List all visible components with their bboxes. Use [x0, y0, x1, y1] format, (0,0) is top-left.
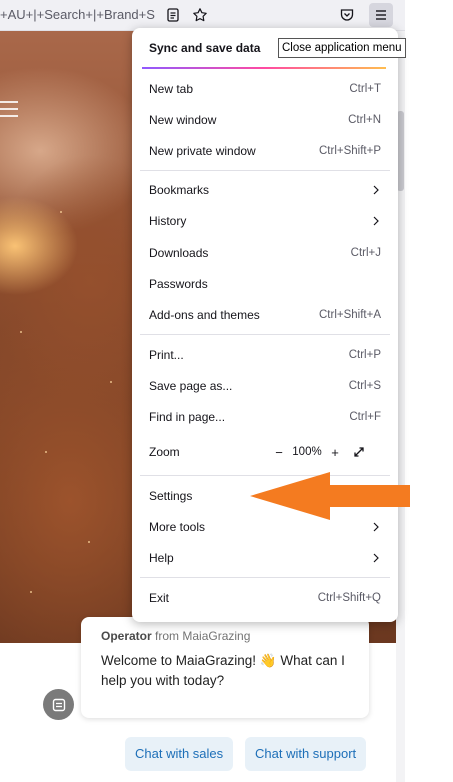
- chevron-right-icon: [373, 522, 379, 532]
- menu-item-label: New private window: [149, 144, 256, 158]
- zoom-out-button[interactable]: −: [271, 444, 287, 460]
- menu-item-exit[interactable]: Exit Ctrl+Shift+Q: [140, 584, 390, 612]
- shortcut-label: Ctrl+P: [348, 349, 381, 361]
- menu-item-label: Passwords: [149, 277, 208, 291]
- application-menu: Sync and save data New tab Ctrl+T New win…: [132, 28, 398, 622]
- menu-item-add-ons-and-themes[interactable]: Add-ons and themes Ctrl+Shift+A: [140, 301, 390, 329]
- menu-item-new-private-window[interactable]: New private window Ctrl+Shift+P: [140, 137, 390, 165]
- fullscreen-icon[interactable]: [351, 444, 367, 460]
- menu-separator: [140, 334, 390, 335]
- menu-item-label: Print...: [149, 348, 184, 362]
- menu-item-label: History: [149, 214, 187, 228]
- menu-item-label: New tab: [149, 82, 194, 96]
- menu-item-print[interactable]: Print... Ctrl+P: [140, 341, 390, 369]
- menu-item-help[interactable]: Help: [140, 544, 390, 572]
- menu-item-label: More tools: [149, 520, 206, 534]
- shortcut-label: Ctrl+S: [348, 380, 381, 392]
- menu-item-label: Zoom: [149, 445, 180, 459]
- chat-with-support-button[interactable]: Chat with support: [245, 737, 367, 771]
- sync-accent-line: [142, 67, 386, 69]
- menu-item-find-in-page[interactable]: Find in page... Ctrl+F: [140, 403, 390, 431]
- menu-item-downloads[interactable]: Downloads Ctrl+J: [140, 239, 390, 267]
- chat-sender: Operator from MaiaGrazing: [101, 629, 349, 643]
- operator-name: Operator: [101, 629, 152, 643]
- hamburger-menu-icon[interactable]: [369, 3, 393, 27]
- menu-item-label: Add-ons and themes: [149, 308, 260, 322]
- chat-message-bubble: Operator from MaiaGrazing Welcome to Mai…: [81, 617, 369, 718]
- chat-avatar-icon[interactable]: [43, 689, 74, 720]
- chevron-right-icon: [373, 216, 379, 226]
- menu-item-label: Find in page...: [149, 410, 226, 424]
- chevron-right-icon: [373, 553, 379, 563]
- menu-item-label: New window: [149, 113, 217, 127]
- shortcut-label: Ctrl+Shift+P: [319, 145, 381, 157]
- menu-item-label: Downloads: [149, 246, 209, 260]
- shortcut-label: Ctrl+Shift+A: [319, 309, 381, 321]
- shortcut-label: Ctrl+T: [349, 83, 381, 95]
- shortcut-label: Ctrl+N: [348, 114, 381, 126]
- shortcut-label: Ctrl+F: [349, 411, 381, 423]
- menu-separator: [140, 170, 390, 171]
- bookmark-star-icon[interactable]: [188, 3, 212, 27]
- annotation-arrow-icon: [250, 472, 410, 520]
- menu-item-new-window[interactable]: New window Ctrl+N: [140, 106, 390, 134]
- menu-item-label: Save page as...: [149, 379, 233, 393]
- shortcut-label: Ctrl+J: [350, 247, 381, 259]
- menu-separator: [140, 577, 390, 578]
- zoom-level[interactable]: 100%: [287, 446, 327, 458]
- menu-item-label: Exit: [149, 591, 170, 605]
- chat-with-sales-button[interactable]: Chat with sales: [125, 737, 234, 771]
- menu-item-history[interactable]: History: [140, 207, 390, 235]
- menu-item-passwords[interactable]: Passwords: [140, 270, 390, 298]
- menu-item-new-tab[interactable]: New tab Ctrl+T: [140, 75, 390, 103]
- scrollbar-thumb[interactable]: [397, 111, 404, 191]
- reader-view-icon[interactable]: [161, 3, 185, 27]
- browser-toolbar: +AU+|+Search+|+Brand+S: [0, 0, 405, 31]
- chat-message-text: Welcome to MaiaGrazing! 👋 What can I hel…: [101, 653, 345, 688]
- sync-and-save-data[interactable]: Sync and save data: [149, 41, 260, 55]
- operator-org: from MaiaGrazing: [151, 629, 251, 643]
- menu-item-bookmarks[interactable]: Bookmarks: [140, 176, 390, 204]
- shortcut-label: Ctrl+Shift+Q: [317, 592, 381, 604]
- url-bar[interactable]: +AU+|+Search+|+Brand+S: [0, 5, 160, 25]
- pocket-icon[interactable]: [335, 3, 359, 27]
- menu-item-label: Help: [149, 551, 174, 565]
- page-margin: [405, 0, 453, 782]
- chevron-right-icon: [373, 185, 379, 195]
- menu-item-label: Settings: [149, 489, 193, 503]
- menu-item-label: Bookmarks: [149, 183, 210, 197]
- site-menu-icon[interactable]: [0, 101, 18, 117]
- zoom-controls: − 100% +: [271, 442, 367, 462]
- annotation-arrow-shape: [250, 472, 410, 520]
- menu-item-save-page-as[interactable]: Save page as... Ctrl+S: [140, 372, 390, 400]
- zoom-in-button[interactable]: +: [327, 444, 343, 460]
- close-menu-tooltip: Close application menu: [278, 38, 406, 58]
